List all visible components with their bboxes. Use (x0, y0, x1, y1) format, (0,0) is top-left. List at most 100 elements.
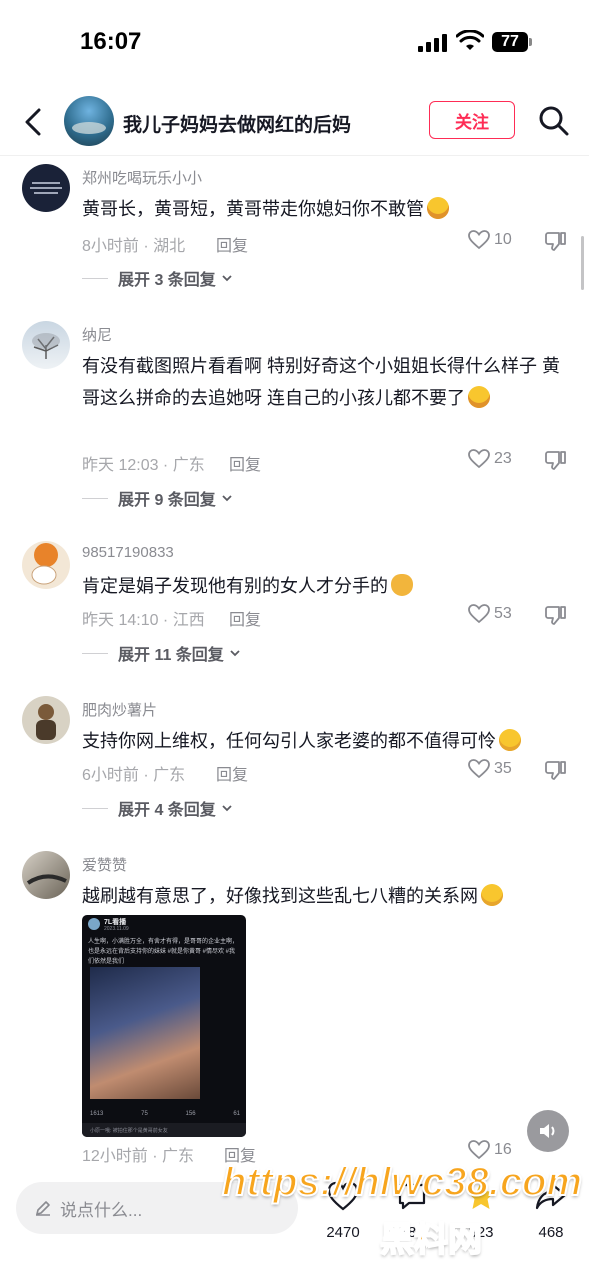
embedded-share-count: 61 (233, 1111, 240, 1117)
divider (82, 652, 108, 654)
embedded-avatar (88, 918, 100, 930)
embedded-comment-preview: 小原一哦: 被拍住那个是黄哥前女友 (90, 1128, 168, 1134)
bottom-bar: 说点什么... 2470 388 823 468 (0, 1169, 589, 1280)
money-bag-emoji-icon (391, 574, 413, 596)
embedded-post-image[interactable]: 7L看播 2023.11.09 人生啊，小满胜万全，有舍才有得，是哥哥的企业主啊… (82, 915, 246, 1137)
like-count: 2470 (326, 1224, 360, 1241)
like-count: 23 (494, 450, 512, 467)
embedded-video-thumbnail (90, 967, 200, 1099)
comment-meta: 昨天 14:10 · 江西 (82, 612, 205, 629)
chevron-down-icon (222, 275, 232, 282)
comment-meta: 昨天 12:03 · 广东 (82, 457, 205, 474)
divider (82, 277, 108, 279)
like-button[interactable]: 10 (468, 230, 512, 250)
share-count: 468 (538, 1224, 564, 1241)
embedded-caption: 人生啊，小满胜万全，有舍才有得，是哥哥的企业主啊，也是永远在背后支持你的妹妹 #… (88, 939, 239, 965)
comment-icon (398, 1183, 426, 1210)
dislike-icon[interactable] (545, 449, 567, 471)
comment-input-placeholder: 说点什么... (60, 1200, 143, 1220)
divider (82, 807, 108, 809)
dislike-icon[interactable] (545, 604, 567, 626)
signal-icon (418, 34, 448, 52)
embedded-like-count: 1613 (90, 1111, 104, 1117)
user-avatar[interactable] (22, 164, 70, 212)
status-bar: 16:07 77 (0, 0, 589, 88)
heart-icon (468, 1140, 490, 1160)
reply-button[interactable]: 回复 (224, 1142, 256, 1166)
status-time: 16:07 (80, 28, 142, 55)
comment-count: 388 (399, 1224, 425, 1241)
user-avatar[interactable] (22, 321, 70, 369)
like-count: 53 (494, 605, 512, 622)
expand-replies-button[interactable]: 展开 9 条回复 (82, 486, 234, 510)
comment-username[interactable]: 98517190833 (82, 544, 174, 561)
like-count: 16 (494, 1141, 512, 1158)
comment-text: 有没有截图照片看看啊 特别好奇这个小姐姐长得什么样子 黄哥这么拼命的去追她呀 连… (82, 350, 567, 414)
expand-replies-button[interactable]: 展开 4 条回复 (82, 796, 234, 820)
expand-label: 展开 3 条回复 (118, 272, 216, 289)
grimace-emoji-icon (468, 386, 490, 408)
like-button[interactable]: 23 (468, 449, 512, 469)
embedded-date: 2023.11.09 (104, 926, 129, 932)
user-avatar[interactable] (22, 696, 70, 744)
comment-body: 支持你网上维权，任何勾引人家老婆的都不值得可怜 (82, 731, 496, 751)
share-post-button[interactable]: 468 (527, 1179, 575, 1241)
star-icon (467, 1182, 495, 1209)
dislike-icon[interactable] (545, 230, 567, 252)
embedded-comment-count: 75 (141, 1111, 148, 1117)
like-button[interactable]: 53 (468, 604, 512, 624)
mute-button[interactable] (527, 1110, 569, 1152)
pencil-icon (36, 1201, 50, 1216)
like-button[interactable]: 16 (468, 1140, 512, 1160)
speaker-icon (540, 1124, 555, 1138)
comment-username[interactable]: 纳尼 (82, 324, 112, 345)
expand-label: 展开 11 条回复 (118, 647, 224, 664)
like-button[interactable]: 35 (468, 759, 512, 779)
expand-label: 展开 9 条回复 (118, 492, 216, 509)
comment-text: 肯定是娟子发现他有别的女人才分手的 (82, 570, 567, 602)
embedded-stats: 1613 75 156 61 (90, 1111, 240, 1117)
like-count: 35 (494, 760, 512, 777)
comment-meta: 8小时前 · 湖北 (82, 238, 186, 255)
expand-label: 展开 4 条回复 (118, 802, 216, 819)
reply-button[interactable]: 回复 (216, 232, 248, 256)
divider (82, 497, 108, 499)
heart-icon (468, 230, 490, 250)
scrollbar[interactable] (581, 236, 584, 290)
favorite-post-button[interactable]: 823 (457, 1179, 505, 1241)
comment-username[interactable]: 肥肉炒薯片 (82, 699, 157, 720)
embedded-comment-bar: 小原一哦: 被拍住那个是黄哥前女友 (82, 1123, 246, 1137)
expand-replies-button[interactable]: 展开 3 条回复 (82, 266, 234, 290)
comment-post-button[interactable]: 388 (388, 1179, 436, 1241)
back-icon[interactable] (18, 104, 48, 140)
author-avatar[interactable] (64, 96, 114, 146)
header: 我儿子妈妈去做网红的后妈 关注 (0, 88, 589, 156)
comment-text: 越刷越有意思了，好像找到这些乱七八糟的关系网 (82, 880, 567, 912)
heart-icon (468, 604, 490, 624)
reply-button[interactable]: 回复 (229, 451, 261, 475)
like-post-button[interactable]: 2470 (319, 1179, 367, 1241)
comment-body: 肯定是娟子发现他有别的女人才分手的 (82, 576, 388, 596)
follow-button[interactable]: 关注 (429, 101, 515, 139)
user-avatar[interactable] (22, 851, 70, 899)
reply-button[interactable]: 回复 (229, 606, 261, 630)
wink-emoji-icon (481, 884, 503, 906)
chevron-down-icon (230, 650, 240, 657)
smile-emoji-icon (499, 729, 521, 751)
page-title[interactable]: 我儿子妈妈去做网红的后妈 (123, 110, 351, 137)
comment-username[interactable]: 郑州吃喝玩乐小小 (82, 167, 202, 188)
search-icon[interactable] (538, 105, 570, 137)
expand-replies-button[interactable]: 展开 11 条回复 (82, 641, 242, 665)
like-count: 10 (494, 231, 512, 248)
reply-button[interactable]: 回复 (216, 761, 248, 785)
rofl-emoji-icon (427, 197, 449, 219)
comment-input[interactable]: 说点什么... (16, 1182, 298, 1234)
comment-text: 黄哥长，黄哥短，黄哥带走你媳妇你不敢管 (82, 193, 567, 225)
user-avatar[interactable] (22, 541, 70, 589)
comment-list[interactable]: 郑州吃喝玩乐小小 黄哥长，黄哥短，黄哥带走你媳妇你不敢管 8小时前 · 湖北 回… (0, 157, 589, 1169)
dislike-icon[interactable] (545, 759, 567, 781)
favorite-count: 823 (468, 1224, 494, 1241)
comment-username[interactable]: 爱赞赞 (82, 854, 127, 875)
share-icon (535, 1183, 567, 1210)
battery-icon: 77 (492, 32, 528, 52)
